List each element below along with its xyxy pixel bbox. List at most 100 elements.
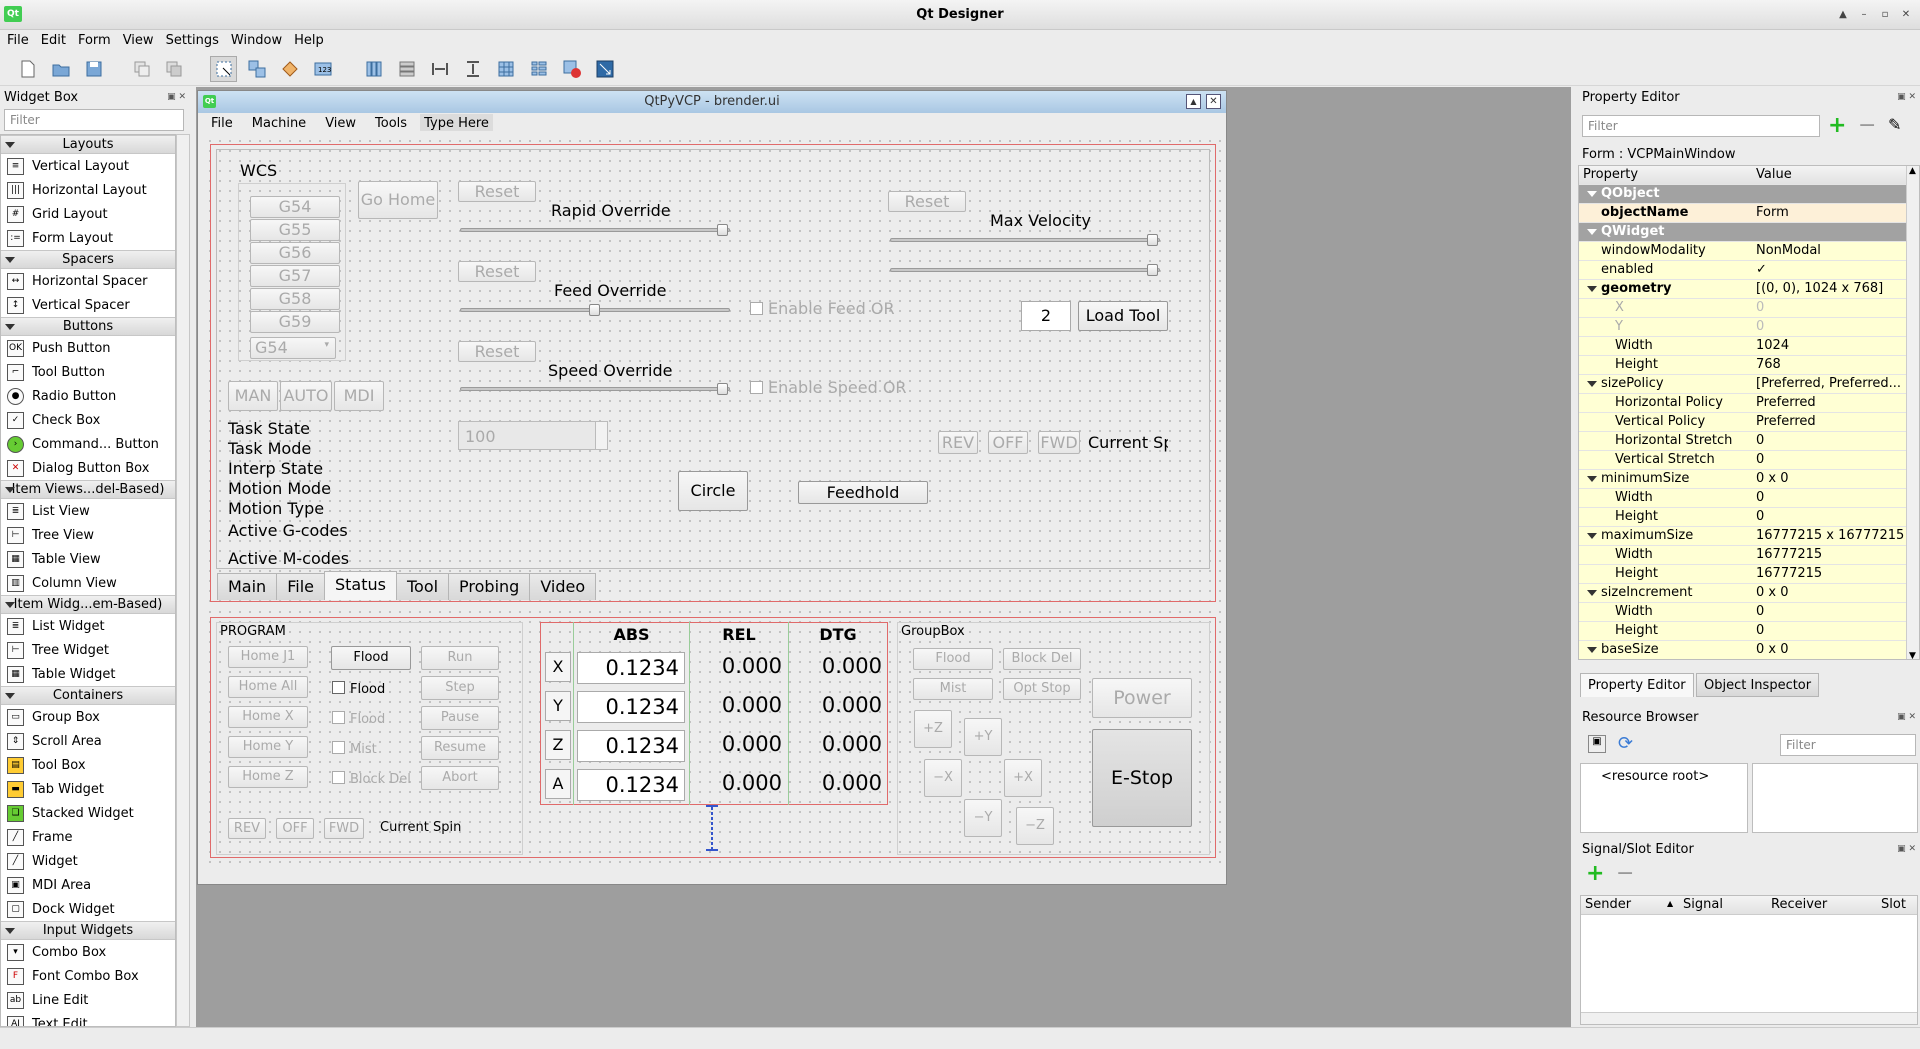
tab-probing[interactable]: Probing xyxy=(448,573,531,600)
widget-horizontal-spacer[interactable]: ↔ Horizontal Spacer xyxy=(1,269,175,293)
load-tool-button[interactable]: Load Tool xyxy=(1078,301,1168,331)
property-filter-input[interactable]: Filter xyxy=(1582,115,1820,137)
property-row[interactable]: Width 16777215 xyxy=(1579,546,1906,565)
bottom-rev-button[interactable]: REV xyxy=(228,818,266,839)
widget-grid-layout[interactable]: # Grid Layout xyxy=(1,202,175,226)
layout-grid-icon[interactable] xyxy=(492,56,519,82)
widget-radio-button[interactable]: ● Radio Button xyxy=(1,384,175,408)
layout-vertical-icon[interactable] xyxy=(393,56,420,82)
edit-signals-icon[interactable] xyxy=(243,56,270,82)
break-layout-icon[interactable] xyxy=(558,56,585,82)
form-close-icon[interactable]: ✕ xyxy=(1206,94,1221,109)
go-home-button[interactable]: Go Home xyxy=(358,181,438,219)
property-scrollbar[interactable]: ▲ ▼ xyxy=(1906,166,1919,659)
menu-settings[interactable]: Settings xyxy=(159,30,224,48)
widget-filter-input[interactable]: Filter xyxy=(4,109,184,131)
widget-tree-widget[interactable]: ⊢ Tree Widget xyxy=(1,638,175,662)
layout-splitter-h-icon[interactable] xyxy=(426,56,453,82)
property-row[interactable]: Vertical Policy Preferred xyxy=(1579,413,1906,432)
widget-list-view[interactable]: ≣ List View xyxy=(1,499,175,523)
jog-minus-x-button[interactable]: −X xyxy=(924,759,962,797)
edit-widgets-icon[interactable] xyxy=(210,56,237,82)
property-row[interactable]: QObject xyxy=(1579,185,1906,204)
property-row[interactable]: Y0 xyxy=(1579,318,1906,337)
menu-help[interactable]: Help xyxy=(287,30,329,48)
property-row[interactable]: windowModality NonModal xyxy=(1579,242,1906,261)
category-buttons[interactable]: Buttons xyxy=(1,317,175,336)
widget-group-box[interactable]: ▭ Group Box xyxy=(1,705,175,729)
rapid-slider-handle[interactable] xyxy=(717,224,728,236)
widget-scroll-area[interactable]: ⇕ Scroll Area xyxy=(1,729,175,753)
feed-override-slider[interactable] xyxy=(460,304,730,316)
tab-property-editor[interactable]: Property Editor xyxy=(1580,673,1694,697)
category-item-views[interactable]: Item Views...del-Based) xyxy=(1,480,175,499)
dock-float-close-icon[interactable]: ▣ ✕ xyxy=(1897,844,1916,854)
max-velocity-slider[interactable] xyxy=(890,234,1160,246)
run-button[interactable]: Run xyxy=(421,646,499,670)
enable-feed-or-checkbox[interactable]: Enable Feed OR xyxy=(750,299,895,318)
mist-checkbox[interactable]: Mist xyxy=(332,741,377,757)
jog-plus-y-button[interactable]: +Y xyxy=(964,718,1002,756)
circle-button[interactable]: Circle xyxy=(678,471,748,511)
widget-line-edit[interactable]: ab Line Edit xyxy=(1,988,175,1012)
property-row[interactable]: Height 16777215 xyxy=(1579,565,1906,584)
property-row[interactable]: enabled ✓ xyxy=(1579,261,1906,280)
cut-icon[interactable] xyxy=(128,56,155,82)
block-del-checkbox[interactable]: Block Del xyxy=(332,771,411,787)
category-input-widgets[interactable]: Input Widgets xyxy=(1,921,175,940)
category-layouts[interactable]: Layouts xyxy=(1,135,175,154)
spindle-rev-button[interactable]: REV xyxy=(938,431,978,454)
widget-vertical-layout[interactable]: ≡ Vertical Layout xyxy=(1,154,175,178)
g54-button[interactable]: G54 xyxy=(250,196,340,218)
wcs-combo[interactable]: G54 ▾ xyxy=(250,337,336,359)
property-row[interactable]: X0 xyxy=(1579,299,1906,318)
category-spacers[interactable]: Spacers xyxy=(1,250,175,269)
menu-edit[interactable]: Edit xyxy=(34,30,71,48)
widget-list-widget[interactable]: ≣ List Widget xyxy=(1,614,175,638)
menu-window[interactable]: Window xyxy=(224,30,287,48)
spin-arrows-icon[interactable] xyxy=(595,422,607,449)
widget-table-widget[interactable]: ▦ Table Widget xyxy=(1,662,175,686)
widget-tool-box[interactable]: ▤ Tool Box xyxy=(1,753,175,777)
signal-header[interactable]: Signal xyxy=(1683,897,1723,912)
layout-form-icon[interactable] xyxy=(525,56,552,82)
widget-tree-view[interactable]: ⊢ Tree View xyxy=(1,523,175,547)
save-icon[interactable] xyxy=(80,56,107,82)
property-row[interactable]: sizeIncrement 0 x 0 xyxy=(1579,584,1906,603)
widget-dock-widget[interactable]: ▢ Dock Widget xyxy=(1,897,175,921)
scroll-up-icon[interactable]: ▲ xyxy=(1836,8,1850,21)
scroll-down-arrow-icon[interactable]: ▼ xyxy=(1909,651,1916,659)
widget-dialog-button-box[interactable]: ✕ Dialog Button Box xyxy=(1,456,175,480)
form-menu-view[interactable]: View xyxy=(312,114,362,131)
feed-reset-button[interactable]: Reset xyxy=(458,261,536,282)
property-row[interactable]: Horizontal Stretch 0 xyxy=(1579,432,1906,451)
widget-tab-widget[interactable]: ▬ Tab Widget xyxy=(1,777,175,801)
widget-widget[interactable]: ╱ Widget xyxy=(1,849,175,873)
pause-button[interactable]: Pause xyxy=(421,706,499,730)
add-property-icon[interactable]: + xyxy=(1828,113,1846,138)
property-row[interactable]: Height 0 xyxy=(1579,508,1906,527)
widget-check-box[interactable]: ✓ Check Box xyxy=(1,408,175,432)
spindle-fwd-button[interactable]: FWD xyxy=(1038,431,1080,454)
jog-plus-x-button[interactable]: +X xyxy=(1004,759,1042,797)
property-row[interactable]: Width 0 xyxy=(1579,489,1906,508)
property-row[interactable]: minimumSize 0 x 0 xyxy=(1579,470,1906,489)
enable-speed-or-checkbox[interactable]: Enable Speed OR xyxy=(750,378,907,397)
gb-mist-button[interactable]: Mist xyxy=(913,678,993,700)
tab-file[interactable]: File xyxy=(276,573,325,600)
speed-override-slider[interactable] xyxy=(460,383,730,395)
dock-float-close-icon[interactable]: ▣ ✕ xyxy=(1897,92,1916,102)
g55-button[interactable]: G55 xyxy=(250,219,340,241)
resource-root-item[interactable]: <resource root> xyxy=(1601,769,1709,784)
menu-form[interactable]: Form xyxy=(71,30,116,48)
widget-table-view[interactable]: ▦ Table View xyxy=(1,547,175,571)
gb-opt-stop-button[interactable]: Opt Stop xyxy=(1003,678,1081,700)
jog-plus-z-button[interactable]: +Z xyxy=(914,710,952,748)
form-collapse-icon[interactable]: ▲ xyxy=(1186,94,1201,109)
maximize-button[interactable]: ▫ xyxy=(1878,8,1892,21)
scroll-up-arrow-icon[interactable]: ▲ xyxy=(1909,166,1916,176)
dock-float-close-icon[interactable]: ▣ ✕ xyxy=(1897,712,1916,722)
tab-object-inspector[interactable]: Object Inspector xyxy=(1696,673,1820,697)
flood-button[interactable]: Flood xyxy=(331,646,411,670)
sender-header[interactable]: Sender xyxy=(1585,897,1631,912)
